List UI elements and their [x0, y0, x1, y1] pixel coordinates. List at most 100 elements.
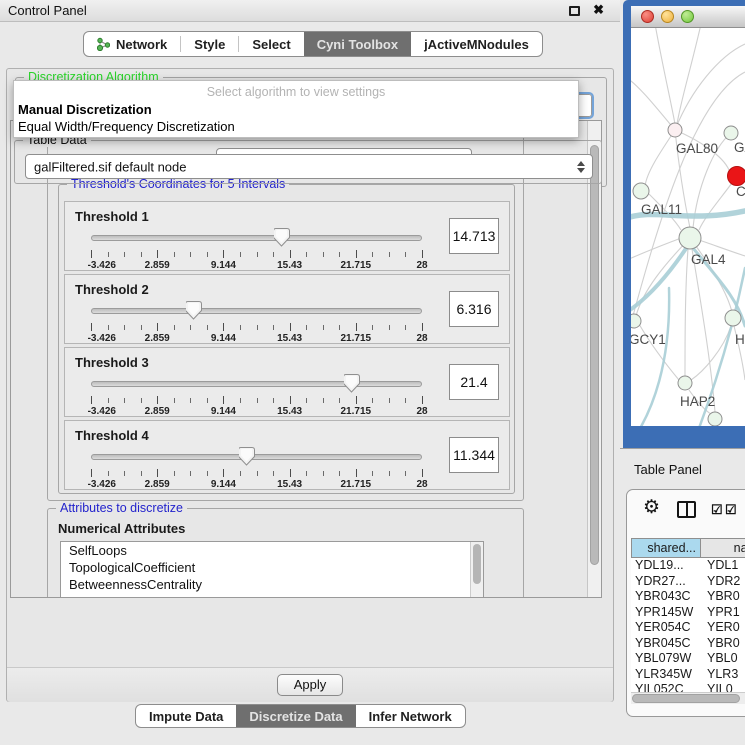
cell-shared-name[interactable]: YBR043C [631, 589, 701, 605]
table-row[interactable]: YER054CYER0 [631, 620, 745, 636]
slider-thumb[interactable] [186, 301, 202, 320]
threshold-slider[interactable]: -3.4262.8599.14415.4321.71528 [91, 301, 422, 343]
slider-thumb[interactable] [239, 447, 255, 466]
cell-name[interactable]: YDR2 [701, 574, 745, 590]
tick-mark [157, 323, 158, 331]
slider-track[interactable] [91, 454, 422, 460]
scrollbar-thumb[interactable] [473, 544, 481, 584]
tick-label: 28 [416, 406, 427, 417]
table-row[interactable]: YBR045CYBR0 [631, 636, 745, 652]
cell-shared-name[interactable]: YER054C [631, 620, 701, 636]
gear-icon[interactable]: ⚙ [643, 496, 660, 519]
slider-thumb[interactable] [274, 228, 290, 247]
list-item[interactable]: TopologicalCoefficient [61, 559, 483, 576]
column-header-name[interactable]: na... [701, 538, 745, 558]
table-row[interactable]: YBL079WYBL0 [631, 651, 745, 667]
close-traffic-light[interactable] [641, 10, 654, 23]
table-row[interactable]: YBR043CYBR0 [631, 589, 745, 605]
network-edge[interactable] [631, 238, 681, 260]
cell-shared-name[interactable]: YBR045C [631, 636, 701, 652]
tick-label: -3.426 [88, 260, 116, 271]
column-header-shared-name[interactable]: shared... [631, 538, 701, 558]
list-item[interactable]: SelfLoops [61, 542, 483, 559]
stepper-icon[interactable] [577, 161, 585, 173]
tab-jactivemnodules[interactable]: jActiveMNodules [411, 32, 542, 56]
tab-impute-data[interactable]: Impute Data [136, 705, 236, 727]
checkbox-icon[interactable]: ☑ [725, 502, 737, 518]
threshold-value-field[interactable] [449, 364, 499, 400]
apply-button[interactable]: Apply [277, 674, 343, 696]
cell-shared-name[interactable]: YDR27... [631, 574, 701, 590]
threshold-slider[interactable]: -3.4262.8599.14415.4321.71528 [91, 374, 422, 416]
cell-shared-name[interactable]: YLR345W [631, 667, 701, 683]
network-node-h[interactable] [725, 310, 741, 326]
network-node[interactable] [708, 412, 722, 426]
threshold-slider[interactable]: -3.4262.8599.14415.4321.71528 [91, 228, 422, 270]
list-scrollbar[interactable] [470, 542, 483, 598]
cell-name[interactable]: YPR1 [701, 605, 745, 621]
tab-network[interactable]: Network [84, 32, 180, 56]
tab-style[interactable]: Style [181, 32, 238, 56]
table-row[interactable]: YDL19...YDL1 [631, 558, 745, 574]
table-data-select[interactable]: galFiltered.sif default node [25, 154, 593, 179]
network-node-c[interactable] [728, 167, 745, 186]
cell-name[interactable]: YBR0 [701, 636, 745, 652]
cell-name[interactable]: YDL1 [701, 558, 745, 574]
float-window-icon[interactable] [569, 6, 580, 16]
threshold-value-field[interactable] [449, 218, 499, 254]
popup-option-equal-width-frequency[interactable]: Equal Width/Frequency Discretization [18, 119, 235, 134]
cell-name[interactable]: YBL0 [701, 651, 745, 667]
threshold-value-field[interactable] [449, 437, 499, 473]
zoom-traffic-light[interactable] [681, 10, 694, 23]
table-row[interactable]: YDR27...YDR2 [631, 574, 745, 590]
slider-track[interactable] [91, 308, 422, 314]
network-node-ga[interactable] [724, 126, 738, 140]
network-edge[interactable] [645, 130, 675, 186]
close-icon[interactable]: ✖ [593, 2, 604, 18]
network-node-gcy1[interactable] [631, 314, 641, 328]
network-edge[interactable] [677, 28, 701, 124]
pane-scrollbar[interactable] [587, 121, 601, 597]
cell-shared-name[interactable]: YDL19... [631, 558, 701, 574]
network-edge[interactable] [692, 249, 715, 412]
cell-name[interactable]: YLR3 [701, 667, 745, 683]
network-node-gal4[interactable] [679, 227, 701, 249]
table-horizontal-scrollbar[interactable] [631, 692, 745, 704]
cell-name[interactable]: YER0 [701, 620, 745, 636]
checkbox-icon[interactable]: ☑ [711, 502, 723, 518]
slider-track[interactable] [91, 381, 422, 387]
threshold-slider[interactable]: -3.4262.8599.14415.4321.71528 [91, 447, 422, 489]
scrollbar-thumb[interactable] [590, 145, 599, 565]
list-item[interactable]: BetweennessCentrality [61, 576, 483, 593]
network-edge-highlighted[interactable] [631, 247, 687, 312]
cell-shared-name[interactable]: YBL079W [631, 651, 701, 667]
tab-cyni-toolbox[interactable]: Cyni Toolbox [304, 32, 411, 56]
tab-label: Network [116, 37, 167, 52]
cell-shared-name[interactable]: YPR145W [631, 605, 701, 621]
split-columns-icon[interactable] [677, 501, 696, 518]
network-node-gal11[interactable] [633, 183, 649, 199]
network-edge[interactable] [631, 78, 675, 130]
tab-infer-network[interactable]: Infer Network [356, 705, 465, 727]
scrollbar-thumb[interactable] [632, 694, 740, 703]
slider-thumb[interactable] [344, 374, 360, 393]
network-node-hap2[interactable] [678, 376, 692, 390]
tick-label: 15.43 [277, 479, 302, 490]
table-row[interactable]: YLR345WYLR3 [631, 667, 745, 683]
threshold-value-field[interactable] [449, 291, 499, 327]
network-edge[interactable] [685, 249, 688, 376]
node-label: C [736, 184, 745, 199]
popup-option-manual-discretization[interactable]: Manual Discretization [18, 102, 152, 117]
tab-label: Select [252, 37, 290, 52]
network-edge-highlighted[interactable] [631, 288, 669, 426]
table-row[interactable]: YPR145WYPR1 [631, 605, 745, 621]
cell-name[interactable]: YBR0 [701, 589, 745, 605]
tick-mark [240, 325, 241, 330]
tab-select[interactable]: Select [239, 32, 303, 56]
network-node-gal80[interactable] [668, 123, 682, 137]
minimize-traffic-light[interactable] [661, 10, 674, 23]
attributes-list[interactable]: SelfLoopsTopologicalCoefficientBetweenne… [60, 541, 484, 598]
network-canvas[interactable]: GAL80GACGAL11GAL4GCY1HHAP2 [631, 28, 745, 426]
tab-discretize-data[interactable]: Discretize Data [236, 705, 355, 727]
slider-track[interactable] [91, 235, 422, 241]
